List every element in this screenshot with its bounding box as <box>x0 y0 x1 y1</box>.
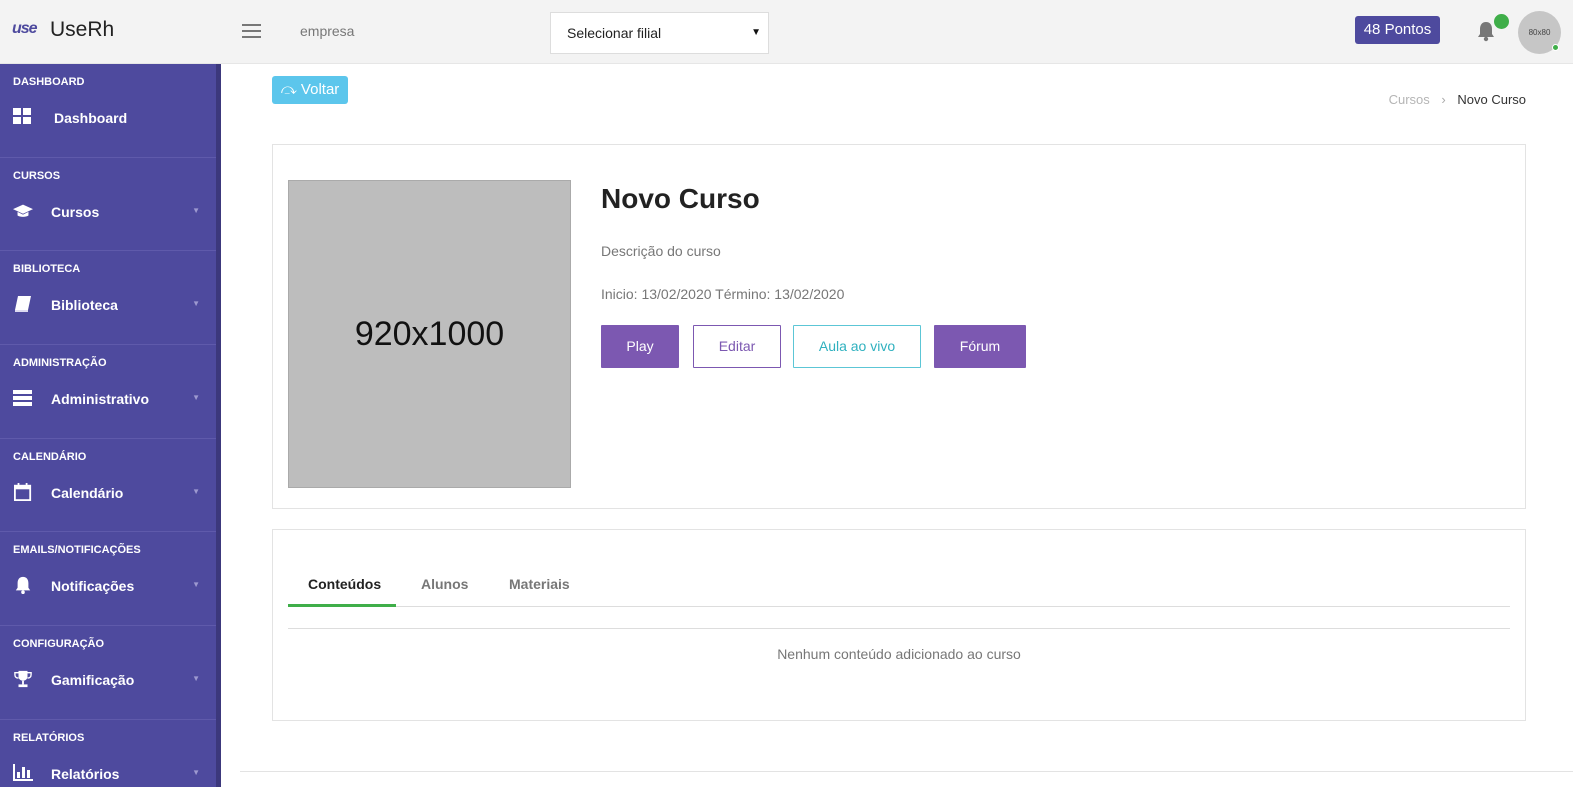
sidebar-item-dashboard[interactable]: Dashboard <box>0 98 216 138</box>
sidebar-item-label: Notificações <box>51 578 135 595</box>
sidebar-item-label: Biblioteca <box>51 297 118 314</box>
sidebar-item-label: Calendário <box>51 484 124 501</box>
breadcrumb: Cursos › Novo Curso <box>1389 92 1526 107</box>
content-tabs-card <box>272 529 1526 721</box>
bell-icon <box>15 577 31 595</box>
back-button-label: Voltar <box>300 81 340 98</box>
logo-mark[interactable]: use <box>12 20 38 38</box>
caret-down-icon: ▼ <box>192 299 200 309</box>
back-button[interactable]: ⤼ Voltar <box>272 76 348 104</box>
sidebar: DASHBOARD Dashboard CURSOS Cursos ▼ BIBL… <box>0 64 221 787</box>
caret-down-icon: ▼ <box>192 767 200 777</box>
menu-toggle-icon[interactable] <box>242 24 261 38</box>
dashboard-icon <box>13 108 31 124</box>
sidebar-section-title: CURSOS <box>13 169 61 182</box>
edit-button[interactable]: Editar <box>693 325 781 368</box>
filial-select[interactable]: Selecionar filial ▼ <box>550 12 769 54</box>
breadcrumb-current: Novo Curso <box>1457 92 1526 107</box>
book-icon <box>15 296 31 313</box>
caret-down-icon: ▼ <box>192 674 200 684</box>
course-dates: Inicio: 13/02/2020 Término: 13/02/2020 <box>601 286 845 302</box>
sidebar-item-label: Gamificação <box>51 672 135 689</box>
sidebar-section-title: BIBLIOTECA <box>13 263 81 276</box>
caret-down-icon: ▼ <box>192 205 200 215</box>
sidebar-section-notificacoes: EMAILS/NOTIFICAÇÕES Notificações ▼ <box>0 532 221 627</box>
sidebar-item-relatorios[interactable]: Relatórios ▼ <box>0 754 216 787</box>
page-title: Novo Curso <box>601 183 760 214</box>
sidebar-section-title: EMAILS/NOTIFICAÇÕES <box>13 544 141 557</box>
caret-down-icon: ▼ <box>192 393 200 403</box>
sidebar-item-cursos[interactable]: Cursos ▼ <box>0 192 216 232</box>
forum-button[interactable]: Fórum <box>934 325 1026 368</box>
sidebar-item-administrativo[interactable]: Administrativo ▼ <box>0 379 216 419</box>
caret-down-icon: ▼ <box>192 580 200 590</box>
online-status-dot <box>1552 44 1559 51</box>
server-icon <box>13 390 32 407</box>
breadcrumb-link-cursos[interactable]: Cursos <box>1389 92 1430 107</box>
footer-divider <box>240 771 1573 772</box>
sidebar-section-title: CONFIGURAÇÃO <box>13 638 105 651</box>
sidebar-item-notificacoes[interactable]: Notificações ▼ <box>0 566 216 606</box>
sidebar-section-dashboard: DASHBOARD Dashboard <box>0 64 221 158</box>
bar-chart-icon <box>13 763 33 781</box>
points-badge[interactable]: 48 Pontos <box>1355 16 1440 44</box>
sidebar-section-title: DASHBOARD <box>13 76 85 88</box>
sidebar-scrollbar[interactable] <box>216 64 221 787</box>
sidebar-item-label: Administrativo <box>51 391 150 408</box>
sidebar-item-gamificacao[interactable]: Gamificação ▼ <box>0 660 216 700</box>
filial-select-value: Selecionar filial <box>567 25 662 41</box>
course-description: Descrição do curso <box>601 243 721 259</box>
sidebar-section-title: CALENDÁRIO <box>13 450 87 463</box>
app-name[interactable]: UseRh <box>50 18 114 42</box>
sidebar-section-calendario: CALENDÁRIO Calendário ▼ <box>0 439 221 533</box>
top-bar: use UseRh empresa Selecionar filial ▼ 48… <box>0 0 1573 64</box>
notification-dot <box>1494 14 1509 29</box>
sidebar-item-label: Relatórios <box>51 765 120 782</box>
sidebar-section-title: RELATÓRIOS <box>13 731 85 744</box>
tabs-divider <box>288 606 1510 607</box>
graduation-cap-icon <box>13 204 33 217</box>
sidebar-section-cursos: CURSOS Cursos ▼ <box>0 158 221 252</box>
tab-materiais[interactable]: Materiais <box>509 576 570 592</box>
sidebar-section-title: ADMINISTRAÇÃO <box>13 357 107 370</box>
sidebar-section-biblioteca: BIBLIOTECA Biblioteca ▼ <box>0 251 221 346</box>
play-button[interactable]: Play <box>601 325 679 368</box>
sidebar-section-relatorios: RELATÓRIOS Relatórios ▼ <box>0 720 221 787</box>
sidebar-section-administracao: ADMINISTRAÇÃO Administrativo ▼ <box>0 345 221 439</box>
empty-content-message: Nenhum conteúdo adicionado ao curso <box>777 646 1021 662</box>
trophy-icon <box>14 671 32 688</box>
active-tab-indicator <box>288 604 396 607</box>
back-arrow-icon: ⤼ <box>280 81 297 98</box>
content-divider <box>288 628 1510 629</box>
tab-conteudos[interactable]: Conteúdos <box>308 576 381 592</box>
notification-bell-icon[interactable] <box>1476 20 1496 42</box>
sidebar-item-label: Dashboard <box>54 110 128 126</box>
caret-down-icon: ▼ <box>192 486 200 496</box>
course-image-placeholder: 920x1000 <box>288 180 571 488</box>
chevron-right-icon: › <box>1441 92 1446 107</box>
live-class-button[interactable]: Aula ao vivo <box>793 325 921 368</box>
caret-down-icon: ▼ <box>751 27 761 38</box>
tab-alunos[interactable]: Alunos <box>421 576 468 592</box>
sidebar-item-biblioteca[interactable]: Biblioteca ▼ <box>0 285 216 325</box>
sidebar-item-calendario[interactable]: Calendário ▼ <box>0 473 216 513</box>
sidebar-section-configuracao: CONFIGURAÇÃO Gamificação ▼ <box>0 626 221 720</box>
company-name: empresa <box>300 23 355 39</box>
calendar-icon <box>14 482 32 501</box>
sidebar-item-label: Cursos <box>51 203 100 220</box>
